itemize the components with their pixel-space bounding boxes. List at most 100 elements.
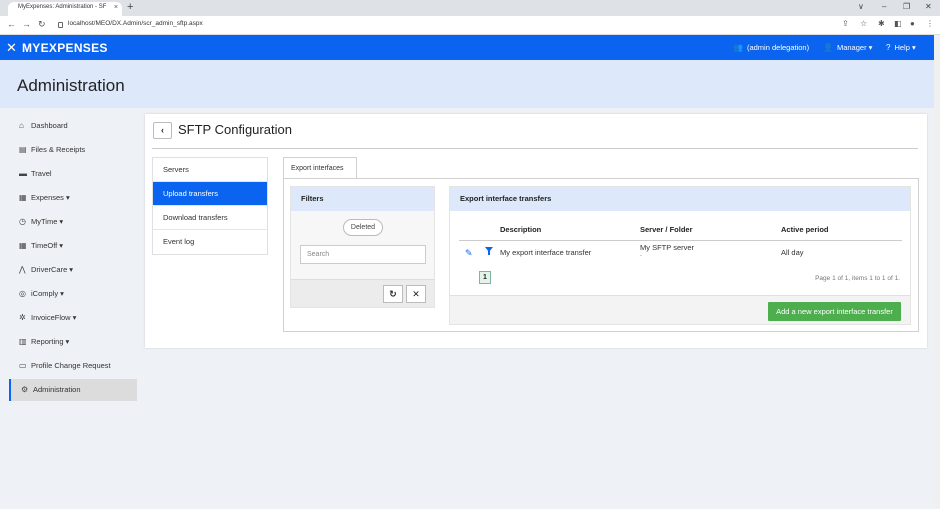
page-scrollbar[interactable] <box>934 35 940 509</box>
sidebar-item-icomply[interactable]: ◎ iComply ▾ <box>9 283 137 305</box>
new-tab-button[interactable]: + <box>127 1 133 13</box>
shield-icon: ◎ <box>19 289 26 298</box>
sidebar-item-files-receipts[interactable]: ▤ Files & Receipts <box>9 139 137 161</box>
url-field[interactable]: localhost/MEO/DX.Admin/scr_admin_sftp.as… <box>68 20 203 27</box>
search-input[interactable]: Search <box>300 245 426 264</box>
close-icon: ✕ <box>412 289 420 299</box>
browser-tab-strip: MyExpenses: Administration - SF × + ∨ – … <box>0 0 940 16</box>
sidebar-item-drivercare[interactable]: ⋀ DriverCare ▾ <box>9 259 137 281</box>
sidebar-item-invoiceflow[interactable]: ✲ InvoiceFlow ▾ <box>9 307 137 329</box>
sidebar-item-label: Reporting <box>31 337 64 346</box>
flow-icon: ✲ <box>19 313 26 322</box>
bookmark-star-icon[interactable]: ☆ <box>860 19 867 28</box>
suitcase-icon: ▬ <box>19 169 27 178</box>
divider <box>152 148 918 149</box>
chevron-down-icon: ▾ <box>59 217 64 226</box>
sidebar-item-label: Dashboard <box>31 121 68 130</box>
refresh-icon: ↻ <box>389 289 397 299</box>
deleted-toggle[interactable]: Deleted <box>343 219 383 236</box>
subnav-download-transfers[interactable]: Download transfers <box>153 206 267 230</box>
sidebar-item-label: Files & Receipts <box>31 145 86 154</box>
clear-filters-button[interactable]: ✕ <box>406 285 426 303</box>
sidebar-item-timeoff[interactable]: ▦ TimeOff ▾ <box>9 235 137 257</box>
close-window-button[interactable]: ✕ <box>925 2 932 11</box>
reload-icon[interactable]: ↻ <box>38 19 46 30</box>
calendar-icon: ▦ <box>19 241 27 250</box>
row-description: My export interface transfer <box>500 248 592 257</box>
user-icon: 👤 <box>823 43 833 52</box>
users-icon: 👥 <box>733 43 743 52</box>
pager-page-1[interactable]: 1 <box>479 271 491 284</box>
transfers-title: Export interface transfers <box>450 187 910 211</box>
subnav-servers[interactable]: Servers <box>153 158 267 182</box>
sidebar-item-label: MyTime <box>31 217 58 226</box>
sidebar-item-label: TimeOff <box>31 241 58 250</box>
help-menu[interactable]: ? Help ▾ <box>886 43 916 52</box>
filters-panel: Filters Deleted Search ↻ ✕ <box>290 186 435 308</box>
sidebar-item-expenses[interactable]: ▦ Expenses ▾ <box>9 187 137 209</box>
sidebar-item-label: Travel <box>31 169 52 178</box>
filters-title: Filters <box>291 187 434 211</box>
forward-arrow-icon[interactable]: → <box>22 19 31 29</box>
sidepanel-icon[interactable]: ◧ <box>894 19 902 28</box>
chevron-down-icon: ▾ <box>65 193 70 202</box>
profile-icon[interactable]: ● <box>910 19 915 28</box>
chevron-down-icon: ▾ <box>69 265 74 274</box>
browser-tab[interactable]: MyExpenses: Administration - SF × <box>8 2 122 16</box>
row-folder: - <box>640 253 642 259</box>
column-header-description[interactable]: Description <box>500 225 541 234</box>
card-title: SFTP Configuration <box>178 122 292 137</box>
filter-icon-stem <box>488 251 490 255</box>
sidebar-item-administration[interactable]: ⚙ Administration <box>9 379 137 401</box>
page-header-band <box>0 60 934 108</box>
chevron-down-icon: ▾ <box>59 241 64 250</box>
subnav-event-log[interactable]: Event log <box>153 230 267 254</box>
chevron-down-icon: ▾ <box>72 313 77 322</box>
help-icon: ? <box>886 43 891 52</box>
share-icon[interactable]: ⇪ <box>842 19 849 28</box>
transfers-footer: Add a new export interface transfer <box>450 295 910 324</box>
column-header-active-period[interactable]: Active period <box>781 225 829 234</box>
user-menu[interactable]: 👤 Manager ▾ <box>823 43 872 52</box>
sidebar-item-travel[interactable]: ▬ Travel <box>9 163 137 185</box>
column-header-server-folder[interactable]: Server / Folder <box>640 225 693 234</box>
inbox-icon: ▭ <box>19 361 27 370</box>
row-active-period: All day <box>781 248 804 257</box>
tab-export-interfaces[interactable]: Export interfaces <box>283 157 357 179</box>
sidebar-item-label: Administration <box>33 385 81 394</box>
row-server: My SFTP server <box>640 243 695 252</box>
app-header: ✕ MYEXPENSES 👥 (admin delegation) 👤 Manage… <box>0 35 934 60</box>
extensions-icon[interactable]: ✱ <box>878 19 885 28</box>
sidebar-item-label: InvoiceFlow <box>31 313 71 322</box>
back-arrow-icon[interactable]: ← <box>7 19 16 29</box>
cogs-icon: ⚙ <box>21 385 29 394</box>
app-logo[interactable]: MYEXPENSES <box>22 41 108 55</box>
refresh-button[interactable]: ↻ <box>383 285 403 303</box>
image-icon: ▤ <box>19 145 27 154</box>
edit-icon[interactable]: ✎ <box>465 248 473 259</box>
address-bar: ← → ↻ localhost/MEO/DX.Admin/scr_admin_s… <box>0 16 940 35</box>
restore-button[interactable]: ❐ <box>903 2 910 11</box>
calculator-icon: ▦ <box>19 193 27 202</box>
pager-info: Page 1 of 1, items 1 to 1 of 1. <box>815 275 900 282</box>
minimize-button[interactable]: – <box>882 2 886 11</box>
chevron-down-icon: ▾ <box>60 289 64 298</box>
sidebar-item-label: Profile Change Request <box>31 361 111 370</box>
sidebar-item-mytime[interactable]: ◷ MyTime ▾ <box>9 211 137 233</box>
subnav-upload-transfers[interactable]: Upload transfers <box>153 182 267 206</box>
sidebar-item-dashboard[interactable]: ⌂ Dashboard <box>9 115 137 137</box>
sidebar-item-reporting[interactable]: ▥ Reporting ▾ <box>9 331 137 353</box>
chart-icon: ▥ <box>19 337 27 346</box>
stopwatch-icon: ◷ <box>19 217 26 226</box>
sidebar-item-profile-change-request[interactable]: ▭ Profile Change Request <box>9 355 137 377</box>
back-button[interactable]: ‹ <box>153 122 172 139</box>
browser-menu-icon[interactable]: ⋮ <box>926 19 934 28</box>
tab-close-icon[interactable]: × <box>114 4 118 11</box>
browser-tab-title: MyExpenses: Administration - SF <box>18 4 107 10</box>
sidebar-item-label: iComply <box>31 289 59 298</box>
admin-delegation-link[interactable]: 👥 (admin delegation) <box>733 43 809 52</box>
add-transfer-button[interactable]: Add a new export interface transfer <box>768 302 901 321</box>
sidebar-item-label: Expenses <box>31 193 64 202</box>
home-icon: ⌂ <box>19 121 24 130</box>
tab-search-icon[interactable]: ∨ <box>858 2 864 11</box>
